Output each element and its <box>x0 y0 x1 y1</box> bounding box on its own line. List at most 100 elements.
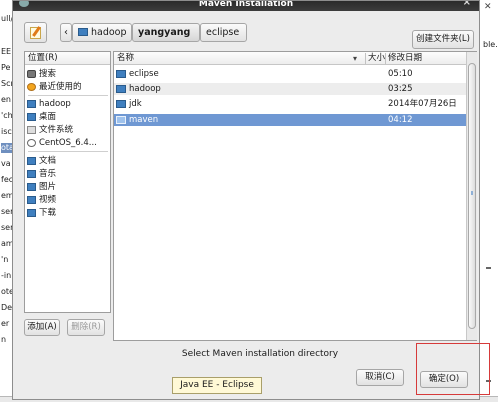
bg-fragment: va <box>1 159 11 168</box>
bg-fragment: en <box>1 95 11 104</box>
scrollbar-thumb[interactable] <box>468 63 476 329</box>
background-window-right: ✕ ble. <box>479 0 498 402</box>
column-divider[interactable] <box>365 53 366 64</box>
column-header-modified[interactable]: 修改日期 <box>388 52 422 65</box>
bg-fragment: 'ch <box>1 111 13 120</box>
create-folder-button[interactable]: 创建文件夹(L) <box>412 30 474 49</box>
folder-icon <box>27 157 36 165</box>
bg-fragment: ble. <box>483 40 498 49</box>
column-divider[interactable] <box>385 53 386 64</box>
disc-icon <box>27 139 36 147</box>
home-folder-icon <box>78 28 88 36</box>
maven-installation-dialog: Maven Installation × ‹ hadoop yangyang e… <box>12 0 490 400</box>
places-pane: 位置(R) 搜索 最近使用的 hadoop 桌面 文件系统 CentOS_6.4… <box>24 51 111 313</box>
folder-icon <box>116 70 126 78</box>
file-row-selected[interactable]: maven 04:12 <box>114 114 466 126</box>
place-search[interactable]: 搜索 <box>27 68 56 80</box>
minimize-icon[interactable] <box>486 267 491 269</box>
place-music[interactable]: 音乐 <box>27 168 56 180</box>
dialog-titlebar: Maven Installation × <box>13 1 479 11</box>
column-header-size[interactable]: 大小 <box>368 52 385 65</box>
bg-fragment: -in <box>1 271 12 280</box>
place-label: 搜索 <box>39 69 57 79</box>
folder-icon <box>27 196 36 204</box>
bg-fragment: isc <box>1 127 12 136</box>
place-pictures[interactable]: 图片 <box>27 181 56 193</box>
place-documents[interactable]: 文档 <box>27 155 56 167</box>
breadcrumb-yangyang[interactable]: yangyang <box>132 23 200 42</box>
file-name: eclipse <box>129 69 159 79</box>
cancel-button[interactable]: 取消(C) <box>356 369 404 386</box>
bg-fragment: n <box>1 335 7 344</box>
place-desktop[interactable]: 桌面 <box>27 111 56 123</box>
dialog-message: Select Maven installation directory <box>181 349 339 359</box>
bg-fragment: EE <box>1 47 12 56</box>
place-label: 音乐 <box>39 169 57 179</box>
file-modified: 05:10 <box>388 69 413 79</box>
breadcrumb-eclipse[interactable]: eclipse <box>200 23 247 42</box>
place-label: 下载 <box>39 208 57 218</box>
place-downloads[interactable]: 下载 <box>27 207 56 219</box>
place-videos[interactable]: 视频 <box>27 194 56 206</box>
filesystem-icon <box>27 126 36 134</box>
folder-icon <box>27 170 36 178</box>
places-header[interactable]: 位置(R) <box>25 52 110 65</box>
breadcrumb-back-button[interactable]: ‹ <box>60 23 72 42</box>
scrollbar-grip-icon <box>471 191 473 195</box>
file-modified: 04:12 <box>388 115 413 125</box>
bg-fragment: 'n <box>1 255 9 264</box>
remove-bookmark-button[interactable]: 删除(R) <box>67 319 105 336</box>
breadcrumb-label: yangyang <box>138 27 191 38</box>
column-header-name[interactable]: 名称 <box>117 52 134 65</box>
file-list-pane: 名称 ▾ 大小 修改日期 eclipse 05:10 hadoop 03:25 … <box>113 51 477 341</box>
desktop-icon <box>27 113 36 121</box>
recent-icon <box>27 83 36 91</box>
folder-icon <box>27 183 36 191</box>
close-icon[interactable]: × <box>463 1 471 8</box>
ok-button[interactable]: 确定(O) <box>420 371 468 388</box>
place-hadoop[interactable]: hadoop <box>27 98 71 110</box>
file-list-scrollbar[interactable] <box>466 52 477 340</box>
home-folder-icon <box>27 100 36 108</box>
chevron-down-icon: ▾ <box>353 54 358 63</box>
place-label: 桌面 <box>39 112 57 122</box>
folder-icon <box>116 85 126 93</box>
file-name: jdk <box>129 99 142 109</box>
folder-icon <box>116 100 126 108</box>
file-list-header: 名称 ▾ 大小 修改日期 <box>114 52 466 65</box>
file-name: hadoop <box>129 84 161 94</box>
bg-fragment: Pe <box>1 63 11 72</box>
bg-fragment: er <box>1 319 10 328</box>
place-filesystem[interactable]: 文件系统 <box>27 124 73 136</box>
dialog-title: Maven Installation <box>198 1 294 9</box>
place-recent[interactable]: 最近使用的 <box>27 81 82 93</box>
pencil-icon <box>30 27 41 39</box>
app-icon <box>19 1 29 7</box>
location-toolbar: ‹ hadoop yangyang eclipse 创建文件夹(L) <box>13 13 479 49</box>
breadcrumb-hadoop[interactable]: hadoop <box>72 23 132 42</box>
taskbar-tooltip: Java EE - Eclipse <box>172 377 262 394</box>
minimize-icon[interactable] <box>486 380 491 382</box>
type-location-button[interactable] <box>24 22 47 43</box>
file-row[interactable]: jdk 2014年07月26日 <box>114 98 466 110</box>
place-label: 最近使用的 <box>39 82 82 92</box>
place-label: hadoop <box>39 99 71 109</box>
close-icon[interactable]: ✕ <box>484 2 492 12</box>
add-bookmark-button[interactable]: 添加(A) <box>24 319 60 336</box>
place-label: 文档 <box>39 156 57 166</box>
breadcrumb-label: hadoop <box>91 27 127 38</box>
file-row[interactable]: eclipse 05:10 <box>114 68 466 80</box>
file-name: maven <box>129 115 159 125</box>
chevron-left-icon: ‹ <box>64 27 68 38</box>
place-label: 文件系统 <box>39 125 74 135</box>
place-label: CentOS_6.4... <box>39 138 97 148</box>
search-icon <box>27 70 36 78</box>
folder-icon <box>116 116 126 124</box>
places-divider <box>28 95 108 96</box>
place-centos-disc[interactable]: CentOS_6.4... <box>27 137 97 149</box>
folder-icon <box>27 209 36 217</box>
places-divider <box>28 151 108 152</box>
place-label: 图片 <box>39 182 57 192</box>
file-row[interactable]: hadoop 03:25 <box>114 83 466 95</box>
place-label: 视频 <box>39 195 57 205</box>
